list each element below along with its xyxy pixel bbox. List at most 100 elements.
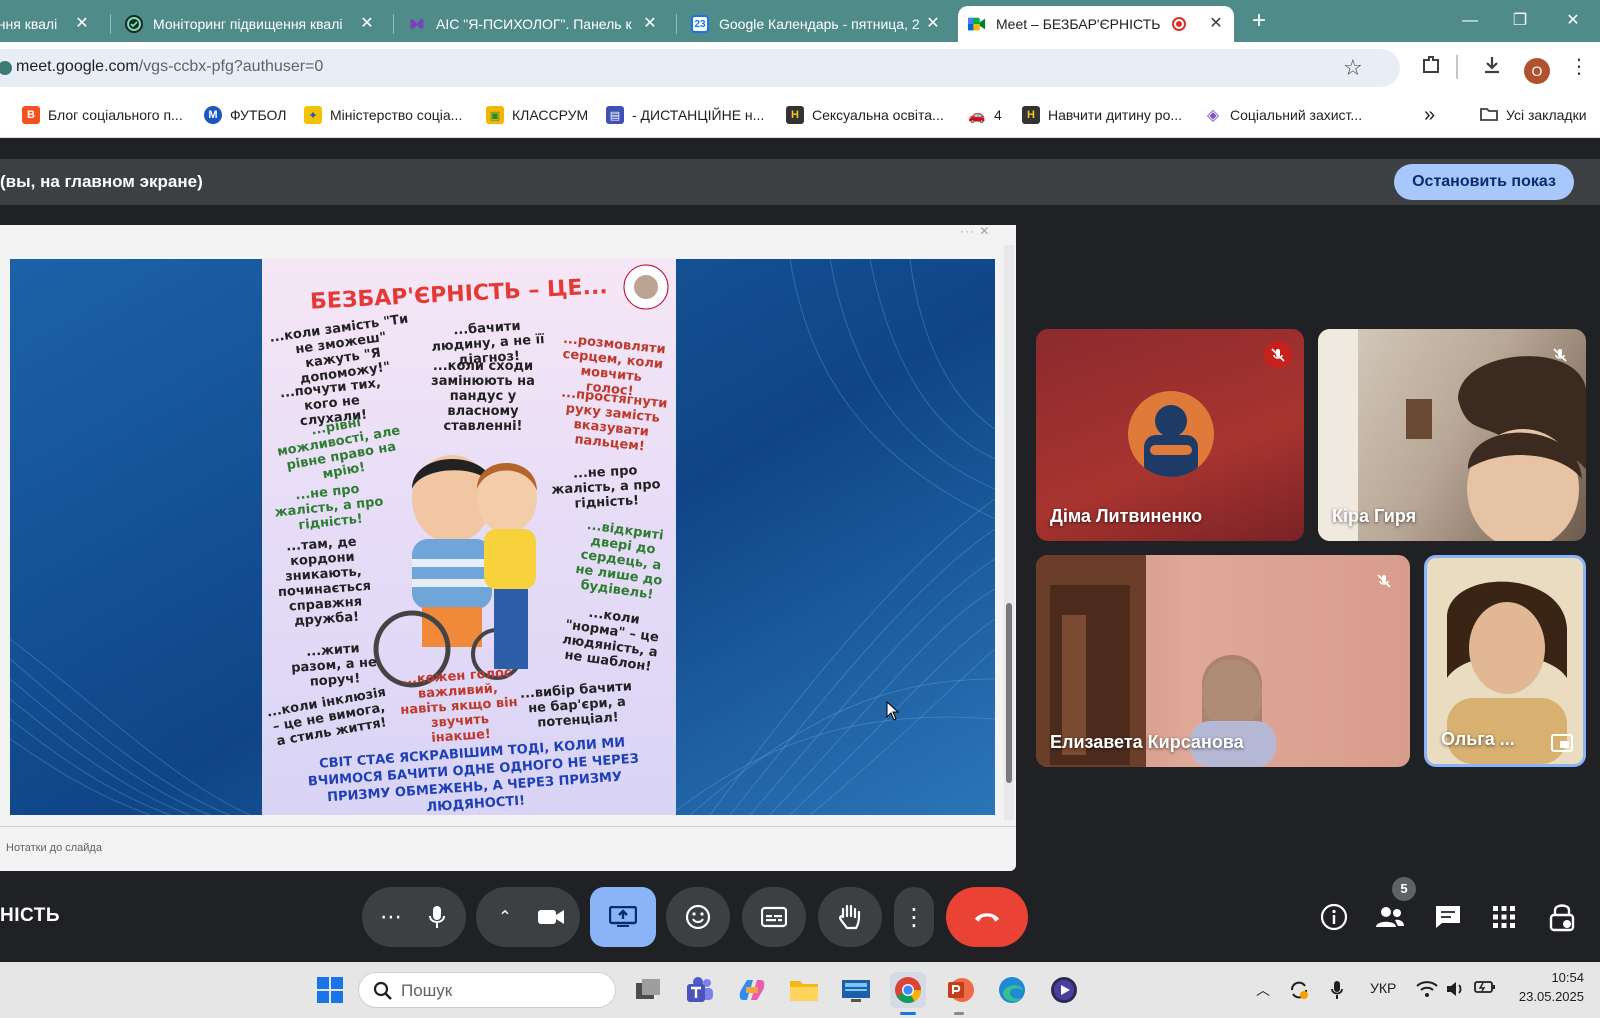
- participant-name: Елизавета Кирсанова: [1050, 732, 1244, 752]
- powerpoint-icon[interactable]: [942, 972, 978, 1008]
- close-icon[interactable]: ✕: [925, 16, 941, 32]
- captions-icon: [760, 903, 788, 931]
- chevron-up-icon[interactable]: ⌃: [491, 903, 519, 931]
- browser-tab[interactable]: 23 Google Календарь - пятница, 2 ✕: [681, 6, 951, 42]
- close-window-button[interactable]: ✕: [1550, 6, 1596, 36]
- bookmark-item[interactable]: ◈ Соціальний захист...: [1204, 104, 1362, 126]
- wifi-icon[interactable]: [1416, 980, 1438, 1001]
- media-player-icon[interactable]: [1046, 972, 1082, 1008]
- site-info-icon[interactable]: [0, 61, 12, 75]
- sync-icon[interactable]: [1288, 980, 1310, 1003]
- people-icon[interactable]: [1374, 901, 1406, 933]
- language-indicator[interactable]: УКР: [1370, 980, 1396, 996]
- scroll-thumb[interactable]: [1006, 603, 1012, 783]
- bookmark-item[interactable]: M ФУТБОЛ: [204, 104, 286, 126]
- close-icon[interactable]: ✕: [74, 16, 90, 32]
- bookmark-item[interactable]: 🚗 4: [968, 104, 1002, 126]
- chrome-icon[interactable]: [890, 972, 926, 1008]
- more-options-button[interactable]: ⋮: [894, 887, 934, 947]
- trident-icon: ✦: [304, 106, 322, 124]
- microphone-icon[interactable]: [423, 903, 451, 931]
- participant-tile[interactable]: Елизавета Кирсанова: [1036, 555, 1410, 767]
- picture-in-picture-icon[interactable]: [1551, 734, 1573, 752]
- more-bookmarks-button[interactable]: »: [1424, 104, 1435, 126]
- microphone-icon[interactable]: [1330, 980, 1344, 1003]
- slide-notes-label[interactable]: Нотатки до слайда: [6, 842, 102, 854]
- active-app-indicator: [954, 1012, 964, 1015]
- copilot-icon[interactable]: [734, 972, 770, 1008]
- teams-icon[interactable]: [682, 972, 718, 1008]
- bookmark-item[interactable]: H Навчити дитину ро...: [1022, 104, 1182, 126]
- more-options-icon[interactable]: ⋯: [377, 903, 405, 931]
- meeting-info-icon[interactable]: [1318, 901, 1350, 933]
- participant-tile[interactable]: Діма Литвиненко: [1036, 329, 1304, 541]
- bookmark-item[interactable]: ▣ КЛАССРУМ: [486, 104, 588, 126]
- new-tab-button[interactable]: +: [1245, 8, 1273, 36]
- bookmark-item[interactable]: ✦ Міністерство соціа...: [304, 104, 462, 126]
- calendar-icon: 23: [691, 15, 709, 33]
- close-icon[interactable]: ✕: [1208, 16, 1224, 32]
- meet-stage: (вы, на главном экране) Остановить показ…: [0, 139, 1600, 962]
- classroom-icon: ▣: [486, 106, 504, 124]
- taskbar-search[interactable]: Пошук: [358, 972, 616, 1008]
- presenting-text: (вы, на главном экране): [0, 172, 203, 191]
- download-icon[interactable]: [1479, 54, 1505, 80]
- poster-phrase: ...коли "норма" – це людяність, а не шаб…: [561, 605, 660, 675]
- close-icon[interactable]: ✕: [359, 16, 375, 32]
- edge-icon[interactable]: [994, 972, 1030, 1008]
- close-icon[interactable]: ✕: [642, 16, 658, 32]
- volume-icon[interactable]: [1446, 980, 1466, 1001]
- menu-icon[interactable]: ⋮: [1566, 54, 1592, 80]
- present-screen-icon: [609, 903, 637, 931]
- more-vert-icon: ⋮: [902, 903, 926, 931]
- windows-start-icon[interactable]: [312, 972, 348, 1008]
- task-view-icon[interactable]: [630, 972, 666, 1008]
- poster-phrase: ...простягнути руку замість вказувати па…: [560, 385, 669, 455]
- browser-tab-active[interactable]: Meet – БЕЗБАР'ЄРНІСТЬ ✕: [958, 6, 1234, 42]
- avatar: [1128, 391, 1214, 477]
- camera-icon[interactable]: [537, 903, 565, 931]
- participant-name: Діма Литвиненко: [1050, 506, 1203, 526]
- battery-icon[interactable]: [1474, 980, 1496, 997]
- leave-call-button[interactable]: [946, 887, 1028, 947]
- bookmark-item[interactable]: ▤ - ДИСТАНЦІЙНЕ н...: [606, 104, 764, 126]
- bookmark-label: Міністерство соціа...: [330, 107, 463, 123]
- bookmark-item[interactable]: B Блог соціального п...: [22, 104, 183, 126]
- browser-tab[interactable]: Моніторинг підвищення квалі ✕: [115, 6, 385, 42]
- chat-icon[interactable]: [1432, 901, 1464, 933]
- address-bar[interactable]: meet.google.com/vgs-ccbx-pfg?authuser=0 …: [0, 49, 1400, 87]
- bookmark-label: - ДИСТАНЦІЙНЕ н...: [632, 107, 765, 123]
- restore-button[interactable]: ❐: [1497, 6, 1543, 36]
- slide-scrollbar[interactable]: [1004, 245, 1014, 820]
- minimize-button[interactable]: —: [1447, 6, 1493, 36]
- meeting-title: НІСТЬ: [0, 905, 61, 926]
- avatar[interactable]: O: [1524, 58, 1550, 84]
- participant-tile[interactable]: Ольга ...: [1424, 555, 1586, 767]
- raise-hand-button[interactable]: [818, 887, 882, 947]
- file-explorer-icon[interactable]: [786, 972, 822, 1008]
- bookmarks-bar: B Блог соціального п... M ФУТБОЛ ✦ Міністер…: [0, 92, 1600, 138]
- all-bookmarks[interactable]: Усі закладки: [1480, 104, 1587, 126]
- screen-app-icon[interactable]: [838, 972, 874, 1008]
- reactions-button[interactable]: [666, 887, 730, 947]
- blogger-icon: B: [22, 106, 40, 124]
- bookmark-item[interactable]: H Сексуальна освіта...: [786, 104, 944, 126]
- browser-tab[interactable]: ення квалі ✕: [0, 6, 100, 42]
- tab-separator: [110, 14, 111, 34]
- chevron-up-icon[interactable]: ︿: [1256, 980, 1270, 1000]
- activities-icon[interactable]: [1488, 901, 1520, 933]
- present-button[interactable]: [590, 887, 656, 947]
- window-top: [0, 225, 1016, 239]
- poster-phrase: ...не про жалість, а про гідність!: [551, 463, 661, 512]
- host-controls-icon[interactable]: [1546, 901, 1578, 933]
- tab-title: ення квалі: [0, 16, 58, 32]
- tab-title: Моніторинг підвищення квалі: [153, 16, 343, 32]
- system-clock[interactable]: 10:54 23.05.2025: [1512, 968, 1584, 1006]
- stop-presenting-button[interactable]: Остановить показ: [1394, 164, 1574, 200]
- captions-button[interactable]: [742, 887, 806, 947]
- extensions-icon[interactable]: [1418, 54, 1444, 80]
- meet-icon: [968, 15, 986, 33]
- bookmark-star-icon[interactable]: ☆: [1343, 55, 1363, 81]
- participant-tile[interactable]: Кіра Гиря: [1318, 329, 1586, 541]
- browser-tab[interactable]: АІС "Я-ПСИХОЛОГ". Панель к ✕: [398, 6, 668, 42]
